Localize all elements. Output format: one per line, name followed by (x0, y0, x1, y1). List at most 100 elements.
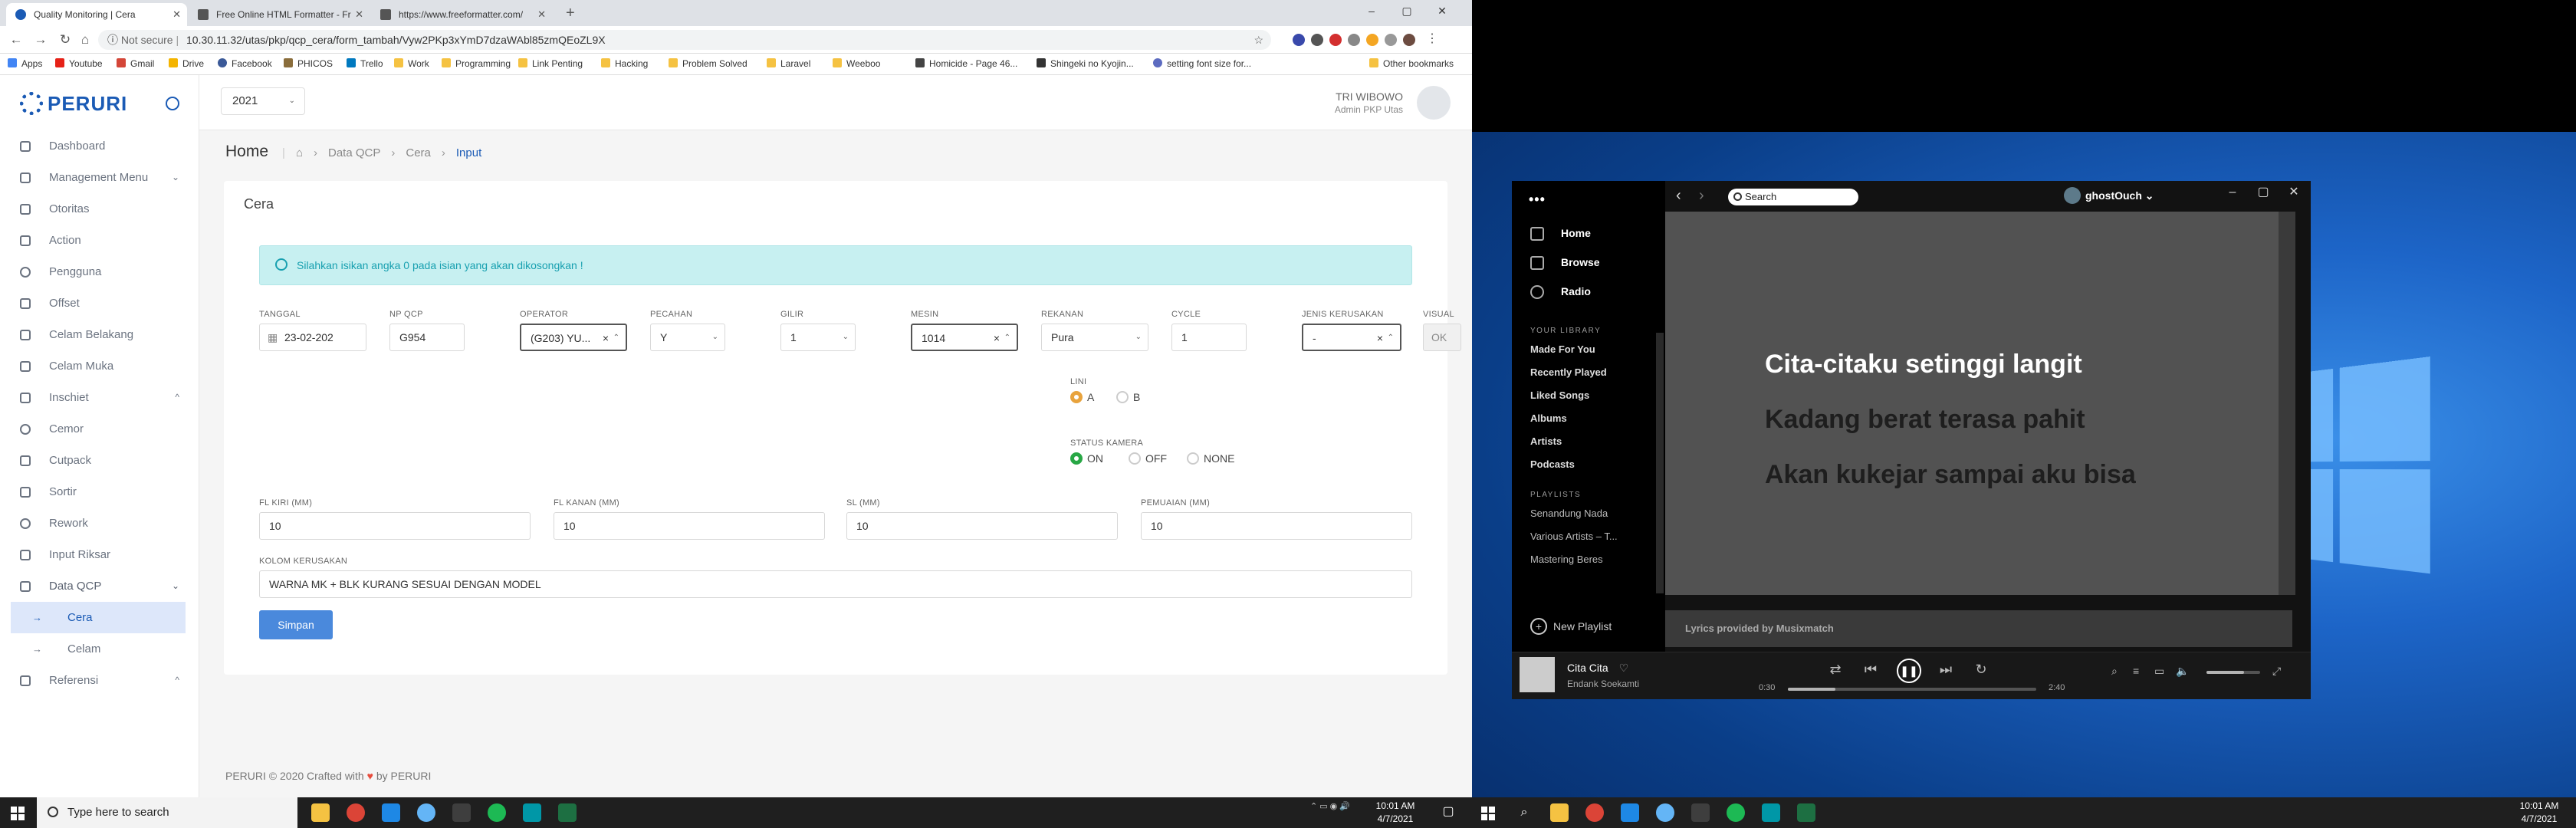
devices-icon[interactable]: ▭ (2154, 665, 2164, 678)
bookmark-item[interactable]: Apps (8, 58, 42, 69)
bookmark-item[interactable]: Youtube (55, 58, 103, 69)
sidebar-item-cemor[interactable]: Cemor (0, 413, 199, 445)
bookmark-item[interactable]: PHICOS (284, 58, 333, 69)
progress-bar[interactable] (1788, 688, 2036, 691)
spotify-nav-home[interactable]: Home (1561, 227, 1591, 239)
windows-start-icon[interactable] (11, 807, 25, 820)
volume-icon[interactable]: 🔈 (2176, 665, 2189, 678)
app-icon[interactable] (1656, 803, 1674, 822)
bookmark-folder[interactable]: Weeboo (833, 58, 880, 69)
notification-icon[interactable]: ▢ (1437, 805, 1460, 818)
back-icon[interactable]: ← (8, 32, 25, 48)
home-button-icon[interactable]: ⌂ (77, 32, 94, 48)
bookmark-folder[interactable]: Work (394, 58, 429, 69)
queue-icon[interactable]: ≡ (2133, 665, 2139, 677)
bookmark-folder[interactable]: Link Penting (518, 58, 583, 69)
track-title[interactable]: Cita Cita ♡ (1567, 662, 1628, 675)
windows-start-icon[interactable] (1481, 807, 1495, 820)
taskbar-clock[interactable]: 10:01 AM 4/7/2021 (1368, 800, 1423, 826)
reload-icon[interactable]: ↻ (57, 32, 74, 48)
sidebar-item-dashboard[interactable]: Dashboard (0, 130, 199, 162)
sidebar-item-action[interactable]: Action (0, 225, 199, 256)
vscode-icon[interactable] (382, 803, 400, 822)
sidebar-item-input-riksar[interactable]: Input Riksar (0, 539, 199, 570)
sidebar-scrollbar[interactable] (1656, 333, 1664, 593)
shuffle-icon[interactable]: ⇄ (1826, 662, 1845, 678)
sidebar-item-celam-belakang[interactable]: Celam Belakang (0, 319, 199, 350)
library-item[interactable]: Albums (1530, 412, 1567, 424)
spotify-icon[interactable] (488, 803, 506, 822)
volume-slider[interactable] (2206, 671, 2260, 674)
profile-avatar-icon[interactable] (1403, 34, 1415, 46)
app-icon[interactable] (452, 803, 471, 822)
browser-menu-icon[interactable]: ⋮ (1426, 33, 1438, 46)
search-icon[interactable]: ⌕ (1515, 803, 1533, 822)
sidebar-item-cutpack[interactable]: Cutpack (0, 445, 199, 476)
app-icon[interactable] (417, 803, 435, 822)
minimize-button[interactable]: – (1354, 0, 1389, 23)
bookmark-star-icon[interactable]: ☆ (1254, 30, 1263, 50)
sidebar-item-inschiet[interactable]: Inschiet ^ (0, 382, 199, 413)
bookmark-folder[interactable]: Other bookmarks (1369, 58, 1454, 69)
sidebar-item-sortir[interactable]: Sortir (0, 476, 199, 508)
sidebar-toggle-icon[interactable] (166, 97, 179, 110)
sidebar-item-celam-muka[interactable]: Celam Muka (0, 350, 199, 382)
bookmark-item[interactable]: Homicide - Page 46... (915, 58, 1017, 69)
spotify-icon[interactable] (1727, 803, 1745, 822)
browser-tab[interactable]: https://www.freeformatter.com/ ✕ (371, 3, 552, 26)
playlist-item[interactable]: Various Artists – T... (1530, 531, 1618, 542)
bookmark-folder[interactable]: Hacking (601, 58, 648, 69)
new-playlist-button[interactable]: + New Playlist (1530, 618, 1612, 635)
track-artist[interactable]: Endank Soekamti (1567, 678, 1639, 689)
close-tab-icon[interactable]: ✕ (172, 3, 181, 26)
bookmark-folder[interactable]: Problem Solved (669, 58, 748, 69)
file-explorer-icon[interactable] (311, 803, 330, 822)
maximize-button[interactable]: ▢ (1389, 0, 1424, 23)
breadcrumb-item[interactable]: Data QCP (328, 146, 380, 159)
extension-icon[interactable] (1311, 34, 1323, 46)
bookmark-item[interactable]: Drive (169, 58, 204, 69)
spotify-nav-browse[interactable]: Browse (1561, 256, 1600, 268)
tray-icons[interactable]: ⌃ ▭ ◉ 🔊 (1303, 800, 1357, 813)
library-item[interactable]: Made For You (1530, 343, 1595, 355)
sidebar-item-data-qcp[interactable]: Data QCP ⌄ (0, 570, 199, 602)
excel-icon[interactable] (558, 803, 577, 822)
extension-icon[interactable] (1385, 34, 1397, 46)
library-item[interactable]: Artists (1530, 435, 1562, 447)
sidebar-item-rework[interactable]: Rework (0, 508, 199, 539)
avatar[interactable] (1417, 86, 1451, 120)
bookmark-folder[interactable]: Programming (442, 58, 511, 69)
sidebar-subitem-cera[interactable]: → Cera (11, 602, 186, 633)
close-tab-icon[interactable]: ✕ (537, 3, 546, 26)
file-explorer-icon[interactable] (1550, 803, 1569, 822)
taskbar-search-input[interactable]: Type here to search (37, 797, 297, 828)
extension-icon[interactable] (1293, 34, 1305, 46)
sidebar-item-referensi[interactable]: Referensi ^ (0, 665, 199, 696)
bookmark-item[interactable]: Trello (347, 58, 383, 69)
lyrics-scrollbar[interactable] (2279, 212, 2295, 595)
excel-icon[interactable] (1797, 803, 1815, 822)
back-icon[interactable]: ‹ (1676, 187, 1681, 205)
chrome-icon[interactable] (347, 803, 365, 822)
sidebar-subitem-celam[interactable]: → Celam (11, 633, 186, 665)
bookmark-item[interactable]: Facebook (218, 58, 272, 69)
sidebar-item-management-menu[interactable]: Management Menu ⌄ (0, 162, 199, 193)
sidebar-item-offset[interactable]: Offset (0, 288, 199, 319)
new-tab-button[interactable]: + (566, 5, 575, 22)
browser-tab[interactable]: Quality Monitoring | Cera ✕ (6, 3, 187, 26)
app-icon[interactable] (1762, 803, 1780, 822)
extension-icon[interactable] (1366, 34, 1378, 46)
library-item[interactable]: Podcasts (1530, 458, 1575, 470)
extension-icon[interactable] (1329, 34, 1342, 46)
fullscreen-icon[interactable]: ⤢ (2272, 665, 2281, 678)
browser-tab[interactable]: Free Online HTML Formatter - Fr ✕ (189, 3, 370, 26)
year-select[interactable]: 2021 ⌄ (221, 87, 305, 115)
vscode-icon[interactable] (1621, 803, 1639, 822)
maximize-button[interactable]: ▢ (2248, 181, 2279, 204)
minimize-button[interactable]: – (2217, 181, 2248, 204)
spotify-user[interactable]: ghostOuch ⌄ (2064, 187, 2154, 204)
library-item[interactable]: Recently Played (1530, 366, 1607, 378)
close-tab-icon[interactable]: ✕ (355, 3, 363, 26)
app-icon[interactable] (1691, 803, 1710, 822)
spotify-search-input[interactable]: Search (1728, 189, 1858, 205)
